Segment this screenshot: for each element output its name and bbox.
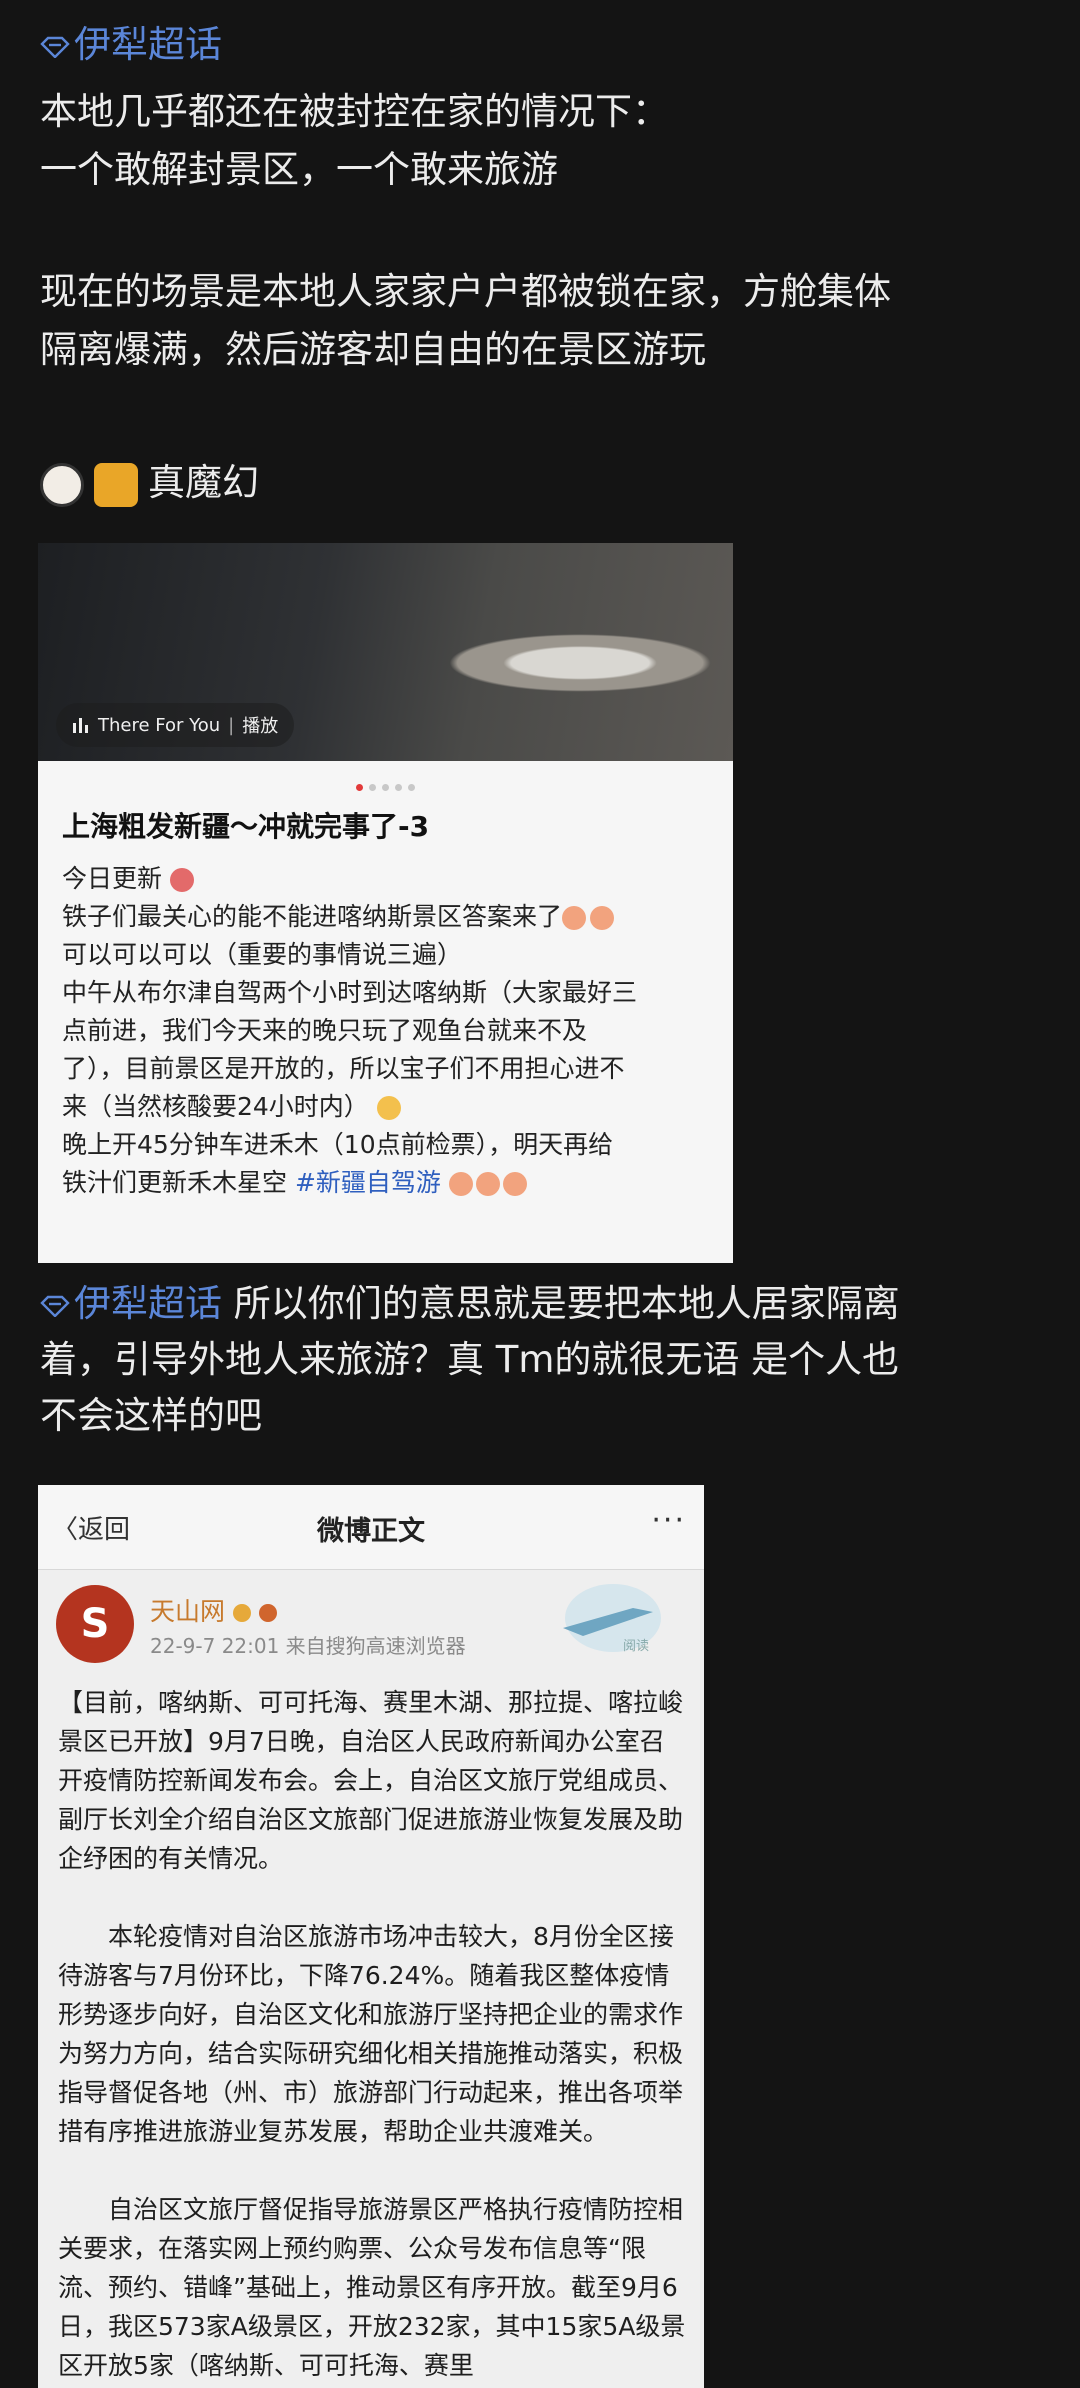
hashtag-link[interactable]: #新疆自驾游 <box>295 1168 441 1197</box>
music-pill[interactable]: There For You | 播放 <box>56 703 295 747</box>
carousel-dots <box>38 776 733 795</box>
nav-title: 微博正文 <box>317 1516 425 1547</box>
post-meta: 22-9-7 22:01 来自搜狗高速浏览器 <box>150 1634 466 1658</box>
emoji-icon <box>502 1172 527 1196</box>
post2-handle[interactable]: 伊犁超话 <box>40 1282 222 1325</box>
super-topic-icon <box>40 1295 70 1318</box>
play-label: 播放 <box>242 716 279 737</box>
medal-icon <box>258 1604 277 1622</box>
article-paragraph: 自治区文旅厅督促指导旅游景区严格执行疫情防控相关要求，在落实网上预约购票、公众号… <box>58 2195 686 2380</box>
account-name[interactable]: 天山网 <box>150 1592 277 1628</box>
cow-emoji-icon <box>40 462 84 507</box>
avatar[interactable]: S <box>56 1585 134 1663</box>
emoji-icon <box>590 906 615 930</box>
post1-line: 一个敢解封景区，一个敢来旅游 <box>40 148 558 191</box>
article-paragraph: 【目前，喀纳斯、可可托海、赛里木湖、那拉提、喀拉峻景区已开放】9月7日晚，自治区… <box>58 1688 684 1873</box>
shared-post-card[interactable]: There For You | 播放 上海粗发新疆～冲就完事了-3 今日更新 铁… <box>38 543 733 1263</box>
emoji-icon <box>562 906 587 930</box>
svg-text:阅读: 阅读 <box>623 1639 649 1654</box>
post1-line: 现在的场景是本地人家家户户都被锁在家，方舱集体 <box>40 270 891 313</box>
card-decoration-icon: 阅读 <box>563 1584 661 1654</box>
verified-badge-icon <box>232 1604 251 1622</box>
emoji-icon <box>376 1096 401 1120</box>
post2-line: 着，引导外地人来旅游？真 Tm的就很无语 是个人也 <box>40 1338 900 1381</box>
post1-emoji-line: 真魔幻 <box>40 456 259 510</box>
emoji-icon <box>169 868 194 892</box>
weibo-screenshot-card[interactable]: 〈返回 微博正文 ··· S 天山网 22-9-7 22:01 来自搜狗高速浏览… <box>38 1485 704 2388</box>
post1-line: 隔离爆满，然后游客却自由的在景区游玩 <box>40 328 706 371</box>
post1-line: 本地几乎都还在被封控在家的情况下： <box>40 90 669 133</box>
post2-line: 不会这样的吧 <box>40 1394 262 1437</box>
more-icon[interactable]: ··· <box>651 1503 686 1538</box>
post1-handle[interactable]: 伊犁超话 <box>40 18 222 72</box>
post-title: 上海粗发新疆～冲就完事了-3 <box>62 810 430 843</box>
audio-bars-icon <box>73 718 88 733</box>
emoji-icon <box>448 1172 473 1196</box>
emoji-icon <box>475 1172 500 1196</box>
article-paragraph: 本轮疫情对自治区旅游市场冲击较大，8月份全区接待游客与7月份环比，下降76.24… <box>58 1922 684 2146</box>
post-body: 今日更新 铁子们最关心的能不能进喀纳斯景区答案来了 可以可以可以（重要的事情说三… <box>62 864 638 1197</box>
beer-emoji-icon <box>94 462 138 507</box>
post2-line: 伊犁超话 所以你们的意思就是要把本地人居家隔离 <box>40 1277 900 1331</box>
post-photo[interactable]: There For You | 播放 <box>38 543 733 761</box>
article-body: 【目前，喀纳斯、可可托海、赛里木湖、那拉提、喀拉峻景区已开放】9月7日晚，自治区… <box>58 1683 688 2388</box>
top-nav-bar: 〈返回 微博正文 ··· <box>38 1485 704 1570</box>
super-topic-icon <box>40 36 70 59</box>
